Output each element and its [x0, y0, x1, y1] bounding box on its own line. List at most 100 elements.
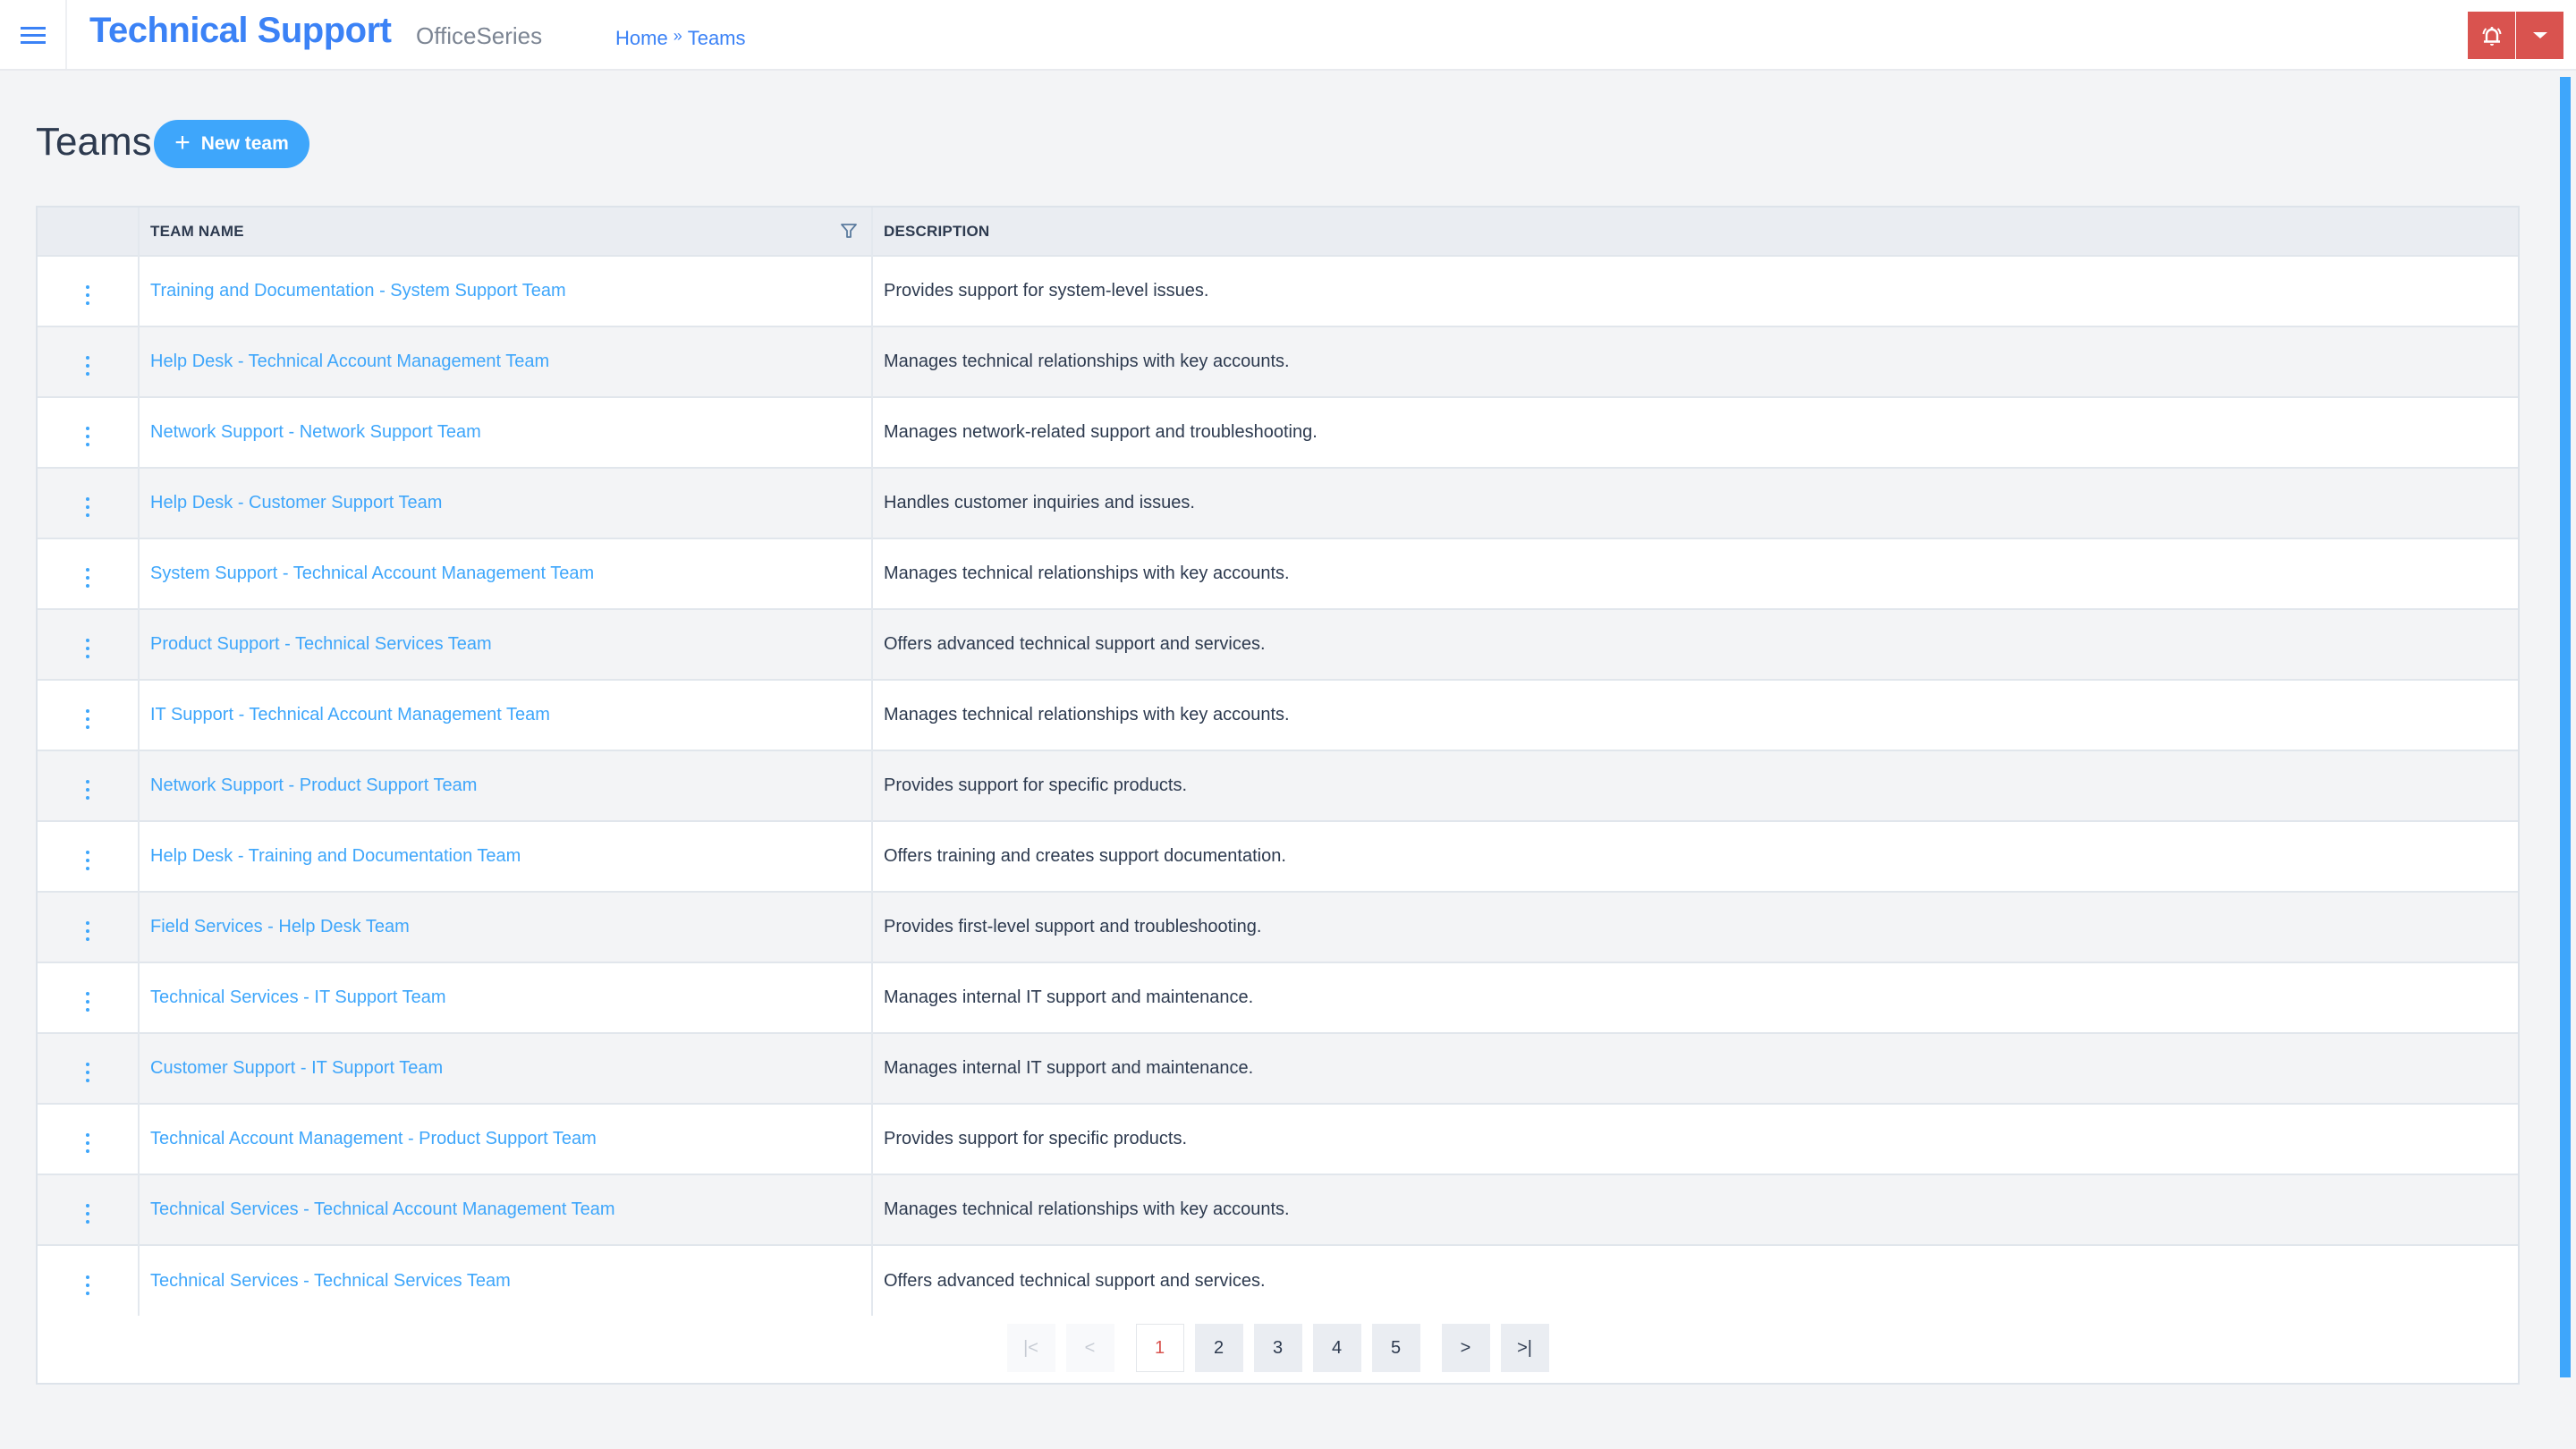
- team-name-link[interactable]: Help Desk - Training and Documentation T…: [150, 846, 521, 866]
- row-actions-cell: [38, 821, 139, 892]
- team-name-cell: Network Support - Product Support Team: [138, 750, 872, 821]
- row-actions-cell: [38, 468, 139, 538]
- team-name-link[interactable]: Technical Services - IT Support Team: [150, 987, 446, 1007]
- first-page-button[interactable]: |<: [1006, 1324, 1055, 1372]
- last-page-button[interactable]: >|: [1500, 1324, 1549, 1372]
- breadcrumb-teams[interactable]: Teams: [688, 27, 746, 50]
- team-name-header-label: TEAM NAME: [150, 222, 244, 240]
- team-name-column-header[interactable]: TEAM NAME: [138, 208, 872, 256]
- team-name-link[interactable]: Help Desk - Technical Account Management…: [150, 352, 549, 371]
- actions-column-header: [38, 208, 139, 256]
- alerts-button[interactable]: [2468, 12, 2515, 59]
- team-description: Offers advanced technical support and se…: [871, 609, 2518, 680]
- table-row: Product Support - Technical Services Tea…: [38, 609, 2518, 680]
- row-actions-cell: [38, 1104, 139, 1174]
- vertical-scrollbar[interactable]: [2560, 77, 2571, 1377]
- kebab-menu-icon[interactable]: [77, 1059, 98, 1086]
- team-name-link[interactable]: Technical Services - Technical Services …: [150, 1271, 511, 1291]
- page-title: Teams: [36, 120, 152, 164]
- kebab-menu-icon[interactable]: [77, 352, 98, 379]
- row-actions-cell: [38, 892, 139, 962]
- team-name-cell: Technical Account Management - Product S…: [138, 1104, 872, 1174]
- kebab-menu-icon[interactable]: [77, 918, 98, 945]
- kebab-menu-icon[interactable]: [77, 494, 98, 521]
- team-name-cell: Training and Documentation - System Supp…: [138, 256, 872, 326]
- kebab-menu-icon[interactable]: [77, 564, 98, 591]
- team-description: Manages internal IT support and maintena…: [871, 1033, 2518, 1104]
- kebab-menu-icon[interactable]: [77, 988, 98, 1015]
- team-name-link[interactable]: Technical Account Management - Product S…: [150, 1129, 597, 1148]
- next-page-button[interactable]: >: [1441, 1324, 1490, 1372]
- kebab-menu-icon[interactable]: [77, 635, 98, 662]
- table-row: Technical Services - IT Support Team Mana…: [38, 962, 2518, 1033]
- team-name-cell: Technical Services - Technical Account M…: [138, 1174, 872, 1245]
- description-column-header: DESCRIPTION: [871, 208, 2518, 256]
- row-actions-cell: [38, 1174, 139, 1245]
- caret-down-icon: [2532, 32, 2547, 38]
- row-actions-cell: [38, 680, 139, 750]
- team-name-cell: Customer Support - IT Support Team: [138, 1033, 872, 1104]
- row-actions-cell: [38, 397, 139, 468]
- team-description: Manages technical relationships with key…: [871, 1174, 2518, 1245]
- table-row: System Support - Technical Account Manag…: [38, 538, 2518, 609]
- user-dropdown-button[interactable]: [2516, 12, 2563, 59]
- team-description: Provides support for system-level issues…: [871, 256, 2518, 326]
- breadcrumb-separator: »: [673, 26, 682, 45]
- row-actions-cell: [38, 1033, 139, 1104]
- kebab-menu-icon[interactable]: [77, 423, 98, 450]
- menu-button[interactable]: [0, 0, 67, 69]
- table-row: Help Desk - Technical Account Management…: [38, 326, 2518, 397]
- team-description: Manages technical relationships with key…: [871, 538, 2518, 609]
- table-row: Field Services - Help Desk Team Provides …: [38, 892, 2518, 962]
- table-row: Help Desk - Customer Support Team Handles…: [38, 468, 2518, 538]
- page-button-1[interactable]: 1: [1135, 1324, 1184, 1372]
- team-name-cell: IT Support - Technical Account Managemen…: [138, 680, 872, 750]
- plus-icon: +: [174, 128, 191, 157]
- kebab-menu-icon[interactable]: [77, 706, 98, 733]
- team-name-link[interactable]: Customer Support - IT Support Team: [150, 1058, 443, 1078]
- team-name-link[interactable]: System Support - Technical Account Manag…: [150, 564, 594, 583]
- page-button-5[interactable]: 5: [1371, 1324, 1420, 1372]
- page-button-4[interactable]: 4: [1312, 1324, 1361, 1372]
- hamburger-menu-icon: [20, 26, 46, 44]
- kebab-menu-icon[interactable]: [77, 776, 98, 803]
- filter-icon[interactable]: [841, 223, 857, 239]
- app-subtitle: OfficeSeries: [416, 22, 543, 49]
- team-name-link[interactable]: Technical Services - Technical Account M…: [150, 1199, 615, 1219]
- kebab-menu-icon[interactable]: [77, 282, 98, 309]
- breadcrumb-home[interactable]: Home: [615, 27, 668, 50]
- kebab-menu-icon[interactable]: [77, 1272, 98, 1299]
- team-name-link[interactable]: Network Support - Product Support Team: [150, 775, 477, 795]
- page-button-2[interactable]: 2: [1194, 1324, 1243, 1372]
- team-description: Offers training and creates support docu…: [871, 821, 2518, 892]
- team-description: Handles customer inquiries and issues.: [871, 468, 2518, 538]
- kebab-menu-icon[interactable]: [77, 847, 98, 874]
- table-row: Technical Services - Technical Services …: [38, 1245, 2518, 1316]
- team-name-cell: Field Services - Help Desk Team: [138, 892, 872, 962]
- new-team-button[interactable]: + New team: [154, 120, 309, 168]
- kebab-menu-icon[interactable]: [77, 1200, 98, 1227]
- teams-table: TEAM NAME DESCRIPTION Training and Docum…: [38, 208, 2518, 1316]
- row-actions-cell: [38, 962, 139, 1033]
- team-name-link[interactable]: Network Support - Network Support Team: [150, 422, 481, 442]
- page-button-3[interactable]: 3: [1253, 1324, 1302, 1372]
- team-name-link[interactable]: IT Support - Technical Account Managemen…: [150, 705, 550, 724]
- row-actions-cell: [38, 538, 139, 609]
- table-header-row: TEAM NAME DESCRIPTION: [38, 208, 2518, 256]
- team-name-link[interactable]: Field Services - Help Desk Team: [150, 917, 410, 936]
- kebab-menu-icon[interactable]: [77, 1130, 98, 1157]
- team-name-cell: System Support - Technical Account Manag…: [138, 538, 872, 609]
- table-row: Help Desk - Training and Documentation T…: [38, 821, 2518, 892]
- team-name-link[interactable]: Training and Documentation - System Supp…: [150, 281, 566, 301]
- app-title: Technical Support: [89, 11, 392, 50]
- row-actions-cell: [38, 750, 139, 821]
- team-description: Manages internal IT support and maintena…: [871, 962, 2518, 1033]
- team-name-link[interactable]: Help Desk - Customer Support Team: [150, 493, 442, 513]
- team-name-cell: Help Desk - Technical Account Management…: [138, 326, 872, 397]
- table-row: Network Support - Product Support Team Pr…: [38, 750, 2518, 821]
- prev-page-button[interactable]: <: [1065, 1324, 1114, 1372]
- team-name-link[interactable]: Product Support - Technical Services Tea…: [150, 634, 492, 654]
- team-description: Offers advanced technical support and se…: [871, 1245, 2518, 1316]
- breadcrumb: Home » Teams: [615, 27, 746, 50]
- team-name-cell: Network Support - Network Support Team: [138, 397, 872, 468]
